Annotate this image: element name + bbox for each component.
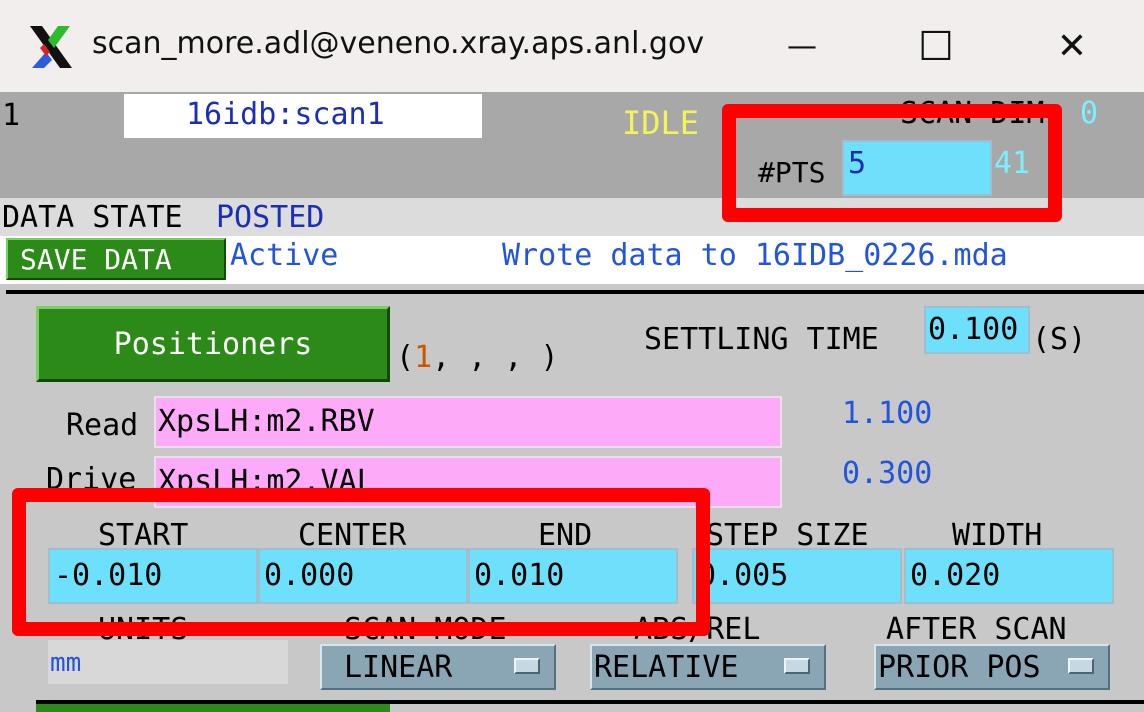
abs-rel-value: RELATIVE xyxy=(594,650,739,685)
positioners-button[interactable]: Positioners xyxy=(36,306,390,382)
positioner-list-open: ( xyxy=(396,340,415,375)
positioner-list-rest: , , , ) xyxy=(432,340,559,375)
after-scan-menu[interactable]: PRIOR POS xyxy=(874,644,1110,690)
step-size-input[interactable]: 0.005 xyxy=(692,548,902,604)
abs-rel-menu[interactable]: RELATIVE xyxy=(590,644,826,690)
save-data-button[interactable]: SAVE DATA xyxy=(6,238,226,280)
read-pv-name: XpsLH:m2.RBV xyxy=(158,404,375,439)
data-state-label: DATA STATE xyxy=(2,200,183,235)
save-status: Active xyxy=(230,238,339,273)
units-value: mm xyxy=(50,648,82,678)
separator-line xyxy=(6,290,1144,294)
after-scan-label: AFTER SCAN xyxy=(886,612,1067,647)
highlight-start-center-end xyxy=(12,488,710,636)
positioner-list: (1, , , ) xyxy=(396,340,559,375)
next-section-button-edge[interactable] xyxy=(36,704,390,712)
window-title: scan_more.adl@veneno.xray.aps.anl.gov xyxy=(92,26,705,61)
width-value: 0.020 xyxy=(910,558,1001,593)
scan-status: IDLE xyxy=(622,104,700,142)
scan-pv-name: 16idb:scan1 xyxy=(186,97,385,132)
settling-time-unit: (S) xyxy=(1032,322,1087,357)
scan-mode-value: LINEAR xyxy=(344,650,453,685)
read-value: 1.100 xyxy=(842,396,933,431)
after-scan-dropdown-icon xyxy=(1068,658,1094,674)
read-label: Read xyxy=(66,408,139,443)
scan-mode-menu[interactable]: LINEAR xyxy=(320,644,556,690)
save-message: Wrote data to 16IDB_0226.mda xyxy=(502,238,1008,273)
scan-dim-value: 0 xyxy=(1080,96,1099,131)
scan-mode-dropdown-icon xyxy=(514,658,540,674)
minimize-button[interactable]: — xyxy=(780,22,824,72)
step-size-value: 0.005 xyxy=(698,558,789,593)
settling-time-input[interactable]: 0.100 xyxy=(924,306,1030,354)
data-state-value: POSTED xyxy=(216,200,325,235)
close-button[interactable]: ✕ xyxy=(1050,22,1094,72)
units-display: mm xyxy=(48,640,288,684)
index-number: 1 xyxy=(2,98,21,133)
app-logo-icon xyxy=(26,22,76,72)
abs-rel-dropdown-icon xyxy=(784,658,810,674)
drive-value: 0.300 xyxy=(842,456,933,491)
read-pv-input[interactable]: XpsLH:m2.RBV xyxy=(154,396,782,448)
maximize-button[interactable]: ☐ xyxy=(914,22,958,72)
width-input[interactable]: 0.020 xyxy=(904,548,1114,604)
after-scan-value: PRIOR POS xyxy=(878,650,1041,685)
settling-time-value: 0.100 xyxy=(928,312,1019,347)
settling-time-label: SETTLING TIME xyxy=(644,322,879,357)
highlight-npts xyxy=(722,104,1062,222)
positioner-active: 1 xyxy=(414,340,433,375)
